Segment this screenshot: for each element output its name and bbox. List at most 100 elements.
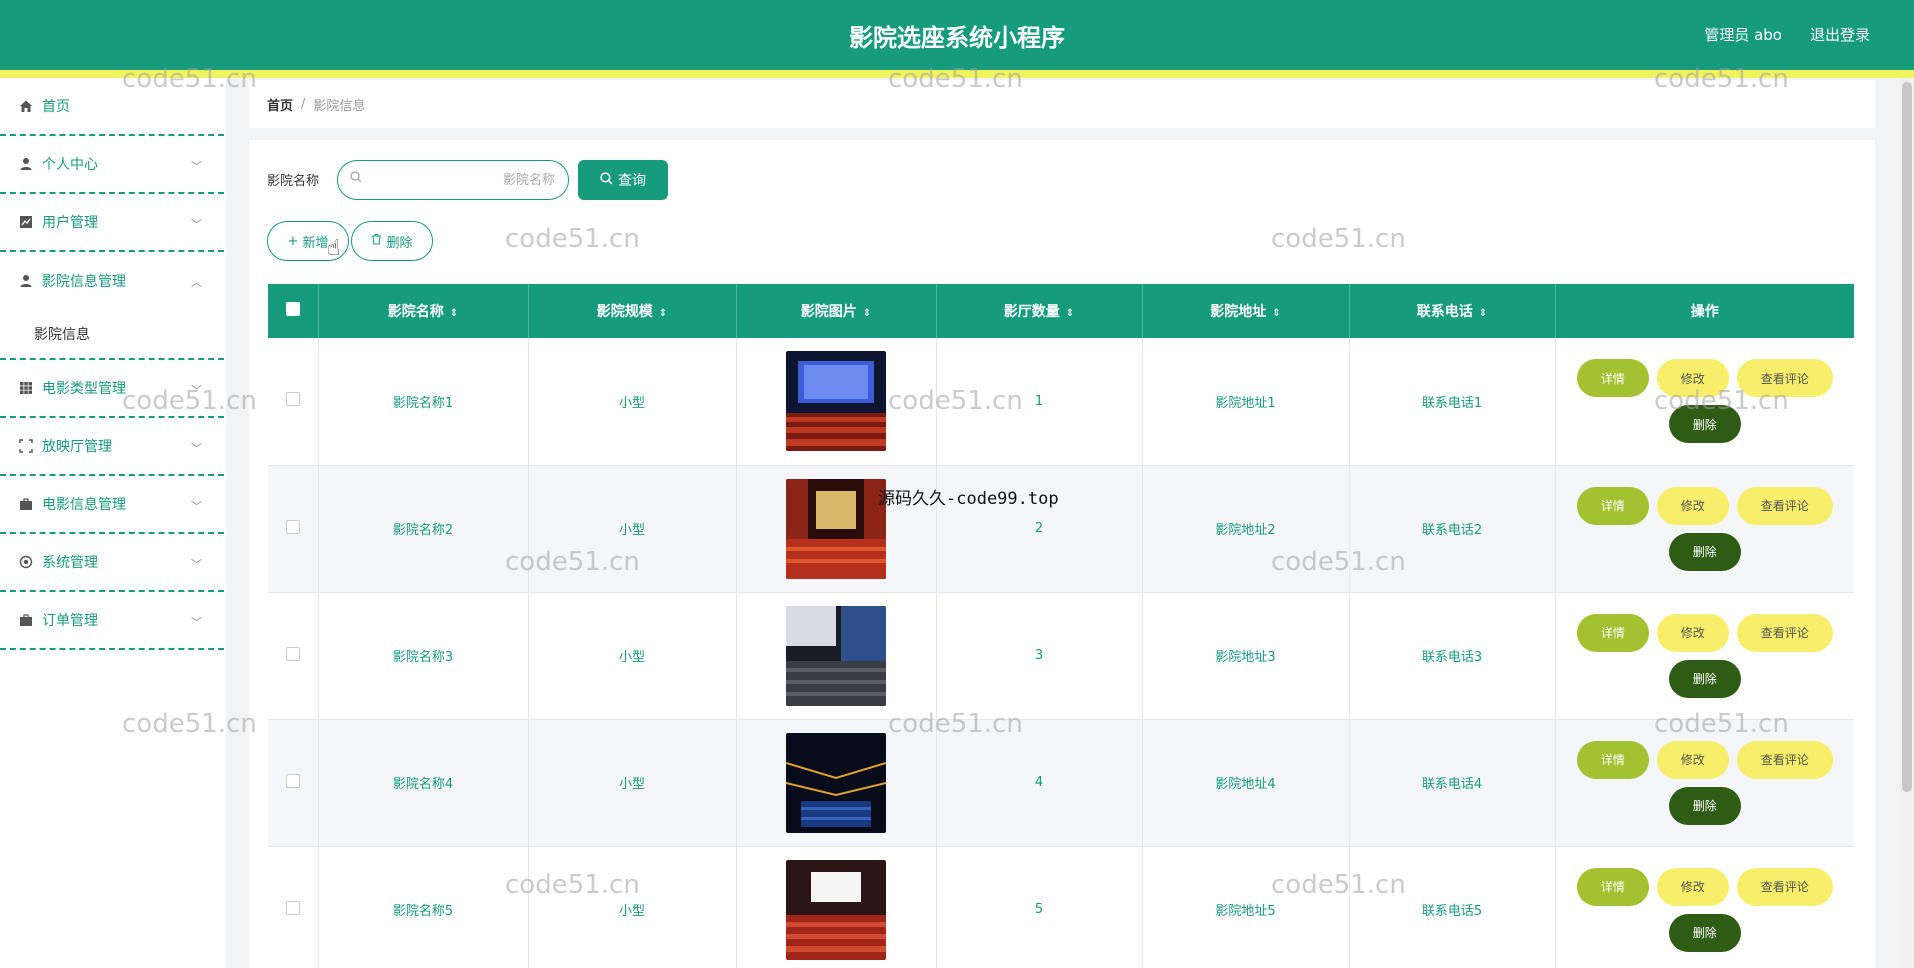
sidebar-item-label: 电影信息管理: [42, 497, 126, 513]
sidebar-item-movie-type-management[interactable]: 电影类型管理 ﹀: [0, 360, 224, 418]
chevron-down-icon: ﹀: [191, 558, 202, 571]
row-checkbox[interactable]: [285, 900, 300, 915]
batch-delete-button-label: 删除: [386, 235, 413, 251]
cinema-image[interactable]: [786, 351, 886, 452]
sidebar-item-system-management[interactable]: 系统管理 ﹀: [0, 534, 224, 592]
breadcrumb-home[interactable]: 首页: [267, 95, 293, 114]
row-checkbox[interactable]: [285, 392, 300, 407]
row-actions-cell: 详情 修改 查看评论 删除: [1555, 719, 1854, 847]
search-button-label: 查询: [618, 173, 646, 189]
column-header-image[interactable]: 影院图片 ⇕: [736, 284, 937, 338]
sort-icon[interactable]: ⇕: [863, 308, 871, 319]
column-header-address[interactable]: 影院地址 ⇕: [1142, 284, 1350, 338]
top-header: 影院选座系统小程序 管理员 abo 退出登录: [0, 0, 1914, 70]
cinema-name-cell: 影院名称3: [318, 592, 529, 720]
row-select-cell: [268, 338, 319, 466]
cinema-image[interactable]: [786, 605, 886, 706]
address-cell: 影院地址5: [1142, 846, 1350, 968]
row-actions-cell: 详情 修改 查看评论 删除: [1555, 846, 1854, 968]
sidebar-item-user-management[interactable]: 用户管理 ﹀: [0, 194, 224, 252]
cinema-image[interactable]: [786, 859, 886, 960]
batch-delete-button[interactable]: 删除: [351, 221, 433, 261]
hall-count-cell: 3: [936, 592, 1143, 720]
main-panel: 影院名称 查询 + 新增 删除 ☝ 影院名称⇕ 影院规模⇕ 影院图片⇕ 影厅数量…: [249, 140, 1875, 968]
row-select-cell: [268, 592, 319, 720]
edit-button[interactable]: 修改: [1656, 359, 1729, 398]
row-delete-button[interactable]: 删除: [1668, 913, 1741, 952]
hall-count-cell: 1: [936, 338, 1143, 466]
view-reviews-button[interactable]: 查看评论: [1736, 740, 1833, 779]
sidebar-item-home[interactable]: 首页: [0, 78, 224, 136]
chevron-down-icon: ﹀: [191, 500, 202, 513]
table-row: 影院名称1 小型 1 影院地址1 联系电话1 详情 修改 查看评论 删除: [268, 338, 1854, 466]
row-checkbox[interactable]: [285, 519, 300, 534]
row-select-cell: [268, 846, 319, 968]
row-delete-button[interactable]: 删除: [1668, 405, 1741, 444]
sort-icon[interactable]: ⇕: [1479, 308, 1487, 319]
address-cell: 影院地址1: [1142, 338, 1350, 466]
edit-button[interactable]: 修改: [1656, 486, 1729, 525]
cinema-scale-cell: 小型: [528, 465, 737, 593]
edit-button[interactable]: 修改: [1656, 867, 1729, 906]
detail-button[interactable]: 详情: [1576, 740, 1649, 779]
cinema-scale-cell: 小型: [528, 719, 737, 847]
column-header-name[interactable]: 影院名称 ⇕: [318, 284, 529, 338]
cinema-name-cell: 影院名称1: [318, 338, 529, 466]
trash-icon: [371, 233, 382, 249]
sidebar-item-hall-management[interactable]: 放映厅管理 ﹀: [0, 418, 224, 476]
sidebar-item-order-management[interactable]: 订单管理 ﹀: [0, 592, 224, 650]
detail-button[interactable]: 详情: [1576, 613, 1649, 652]
cinema-name-search-input[interactable]: [370, 169, 555, 191]
cinema-image[interactable]: [786, 478, 886, 579]
row-actions-cell: 详情 修改 查看评论 删除: [1555, 338, 1854, 466]
sidebar-subitem-cinema-info[interactable]: 影院信息: [0, 310, 224, 360]
column-header-scale[interactable]: 影院规模 ⇕: [528, 284, 737, 338]
settings-icon: [18, 554, 34, 570]
cinema-scale-cell: 小型: [528, 338, 737, 466]
sidebar-item-cinema-info-management[interactable]: 影院信息管理 ︿: [0, 252, 224, 310]
sidebar: 首页 个人中心 ﹀ 用户管理 ﹀ 影院信息管理 ︿ 影院信息 电影类型管理 ﹀ …: [0, 78, 226, 968]
row-checkbox[interactable]: [285, 773, 300, 788]
row-delete-button[interactable]: 删除: [1668, 659, 1741, 698]
row-delete-button[interactable]: 删除: [1668, 532, 1741, 571]
sidebar-item-personal-center[interactable]: 个人中心 ﹀: [0, 136, 224, 194]
scrollbar-thumb[interactable]: [1902, 82, 1912, 792]
select-all-checkbox[interactable]: [285, 302, 300, 316]
sidebar-item-label: 电影类型管理: [42, 381, 126, 397]
view-reviews-button[interactable]: 查看评论: [1736, 486, 1833, 525]
chart-icon: [18, 214, 34, 230]
edit-button[interactable]: 修改: [1656, 740, 1729, 779]
search-button[interactable]: 查询: [578, 160, 668, 200]
sort-icon[interactable]: ⇕: [659, 308, 667, 319]
row-checkbox[interactable]: [285, 646, 300, 661]
address-cell: 影院地址4: [1142, 719, 1350, 847]
detail-button[interactable]: 详情: [1576, 486, 1649, 525]
cinema-image-cell: [736, 846, 937, 968]
view-reviews-button[interactable]: 查看评论: [1736, 359, 1833, 398]
sort-icon[interactable]: ⇕: [1272, 308, 1280, 319]
table-header-row: 影院名称 ⇕ 影院规模 ⇕ 影院图片 ⇕ 影厅数量 ⇕ 影院地址 ⇕ 联系电话 ⇕ 操作: [268, 284, 1854, 338]
logout-link[interactable]: 退出登录: [1810, 24, 1870, 45]
view-reviews-button[interactable]: 查看评论: [1736, 613, 1833, 652]
hall-count-cell: 5: [936, 846, 1143, 968]
table-row: 影院名称4 小型 4 影院地址4 联系电话4 详情 修改 查看评论 删除: [268, 719, 1854, 847]
row-delete-button[interactable]: 删除: [1668, 786, 1741, 825]
cinema-image[interactable]: [786, 732, 886, 833]
sidebar-item-label: 放映厅管理: [42, 439, 112, 455]
chevron-down-icon: ﹀: [191, 616, 202, 629]
view-reviews-button[interactable]: 查看评论: [1736, 867, 1833, 906]
detail-button[interactable]: 详情: [1576, 867, 1649, 906]
sort-icon[interactable]: ⇕: [450, 308, 458, 319]
edit-button[interactable]: 修改: [1656, 613, 1729, 652]
sidebar-item-movie-info-management[interactable]: 电影信息管理 ﹀: [0, 476, 224, 534]
grid-icon: [18, 380, 34, 396]
sort-icon[interactable]: ⇕: [1066, 308, 1074, 319]
column-header-phone[interactable]: 联系电话 ⇕: [1349, 284, 1556, 338]
cinema-image-cell: [736, 465, 937, 593]
row-actions-cell: 详情 修改 查看评论 删除: [1555, 592, 1854, 720]
select-all-header[interactable]: [268, 284, 319, 338]
column-header-hall-count[interactable]: 影厅数量 ⇕: [936, 284, 1143, 338]
detail-button[interactable]: 详情: [1576, 359, 1649, 398]
home-icon: [18, 98, 34, 114]
breadcrumb-current: 影院信息: [313, 98, 366, 114]
